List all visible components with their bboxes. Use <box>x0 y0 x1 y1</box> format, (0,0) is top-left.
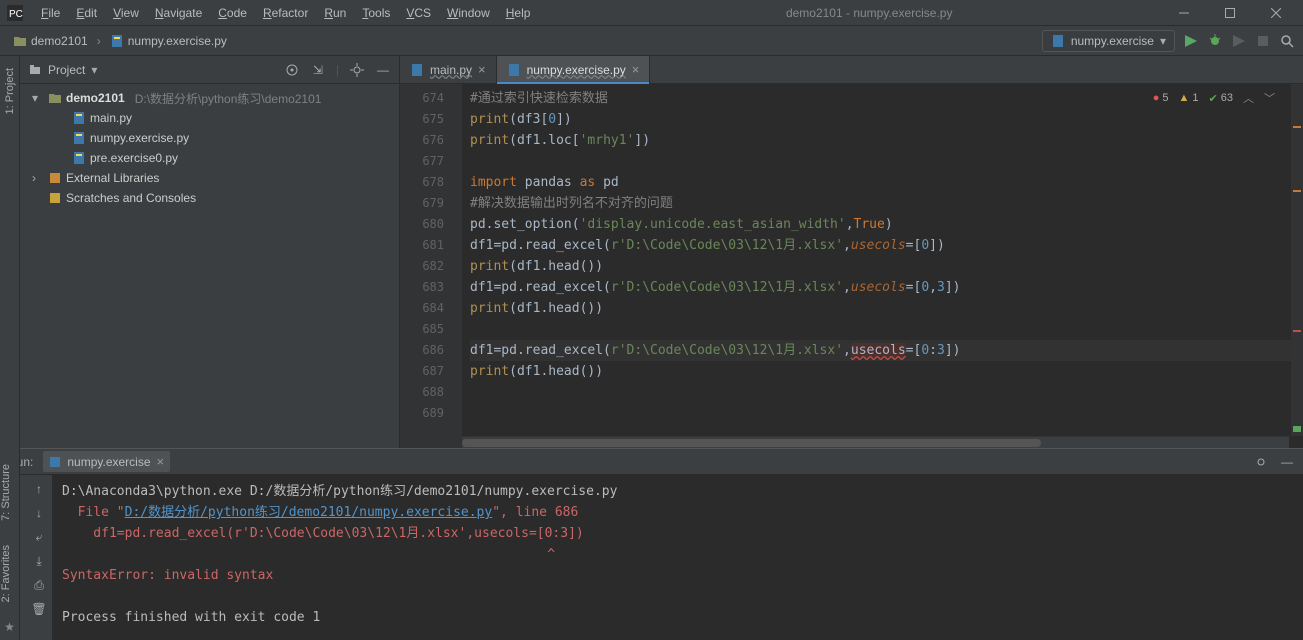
trash-icon[interactable]: 🗑 <box>31 601 47 617</box>
chevron-down-icon[interactable]: ﹀ <box>1264 90 1275 106</box>
chevron-down-icon: ▾ <box>32 91 44 105</box>
run-config-selector[interactable]: numpy.exercise ▾ <box>1042 30 1175 52</box>
menu-help[interactable]: Help <box>499 2 538 24</box>
chevron-down-icon: ▾ <box>91 63 97 77</box>
navigation-toolbar: demo2101 › numpy.exercise.py numpy.exerc… <box>0 26 1303 56</box>
vertical-scrollbar[interactable] <box>1291 84 1303 436</box>
warnings-count: 1 <box>1192 92 1198 104</box>
star-icon: ★ <box>0 620 19 634</box>
ok-icon: ✔ <box>1209 92 1218 105</box>
breadcrumb-root-label: demo2101 <box>31 34 88 48</box>
tree-file[interactable]: main.py <box>20 108 399 128</box>
close-button[interactable] <box>1253 0 1299 26</box>
maximize-button[interactable] <box>1207 0 1253 26</box>
breadcrumb-file[interactable]: numpy.exercise.py <box>105 31 232 51</box>
locate-icon[interactable] <box>284 62 300 78</box>
warning-icon: ▲ <box>1179 92 1190 104</box>
project-tree[interactable]: ▾ demo2101 D:\数据分析\python练习\demo2101 mai… <box>20 84 399 212</box>
project-tool-button[interactable]: 1: Project <box>4 62 16 120</box>
hide-run-icon[interactable]: — <box>1279 454 1295 470</box>
tree-root-path: D:\数据分析\python练习\demo2101 <box>135 90 322 107</box>
breadcrumb-file-label: numpy.exercise.py <box>128 34 227 48</box>
expand-all-icon[interactable]: ⇲ <box>310 62 326 78</box>
run-output[interactable]: D:\Anaconda3\python.exe D:/数据分析/python练习… <box>52 475 1303 640</box>
tree-root[interactable]: ▾ demo2101 D:\数据分析\python练习\demo2101 <box>20 88 399 108</box>
close-icon[interactable]: × <box>478 62 486 77</box>
minimize-button[interactable] <box>1161 0 1207 26</box>
divider: | <box>336 63 339 77</box>
error-icon: ● <box>1153 92 1160 104</box>
editor-tabs: main.py×numpy.exercise.py× <box>400 56 1303 84</box>
run-settings-icon[interactable] <box>1253 454 1269 470</box>
main-menu: FileEditViewNavigateCodeRefactorRunTools… <box>30 2 537 24</box>
tree-root-label: demo2101 <box>66 91 125 105</box>
code-area[interactable]: #通过索引快速检索数据 print(df3[0]) print(df1.loc[… <box>462 84 1303 448</box>
menu-window[interactable]: Window <box>440 2 497 24</box>
search-everywhere-button[interactable] <box>1279 33 1295 49</box>
run-tab-label: numpy.exercise <box>67 455 150 469</box>
menu-file[interactable]: File <box>34 2 67 24</box>
project-view-title[interactable]: Project <box>48 63 85 77</box>
ok-count: 63 <box>1221 92 1233 104</box>
errors-count: 5 <box>1162 92 1168 104</box>
menu-code[interactable]: Code <box>211 2 254 24</box>
inspections-widget[interactable]: ●5 ▲1 ✔63 ︿ ﹀ <box>1153 90 1275 106</box>
close-icon[interactable]: × <box>157 454 165 469</box>
favorites-tool-button[interactable]: 2: Favorites <box>0 539 19 608</box>
run-config-label: numpy.exercise <box>1071 34 1154 48</box>
hide-panel-icon[interactable]: — <box>375 62 391 78</box>
run-button[interactable] <box>1183 33 1199 49</box>
tab-main-py[interactable]: main.py× <box>400 56 497 83</box>
print-icon[interactable]: ⎙ <box>31 577 47 593</box>
svg-text:PC: PC <box>9 9 23 20</box>
run-coverage-button[interactable] <box>1231 33 1247 49</box>
tree-scratches-label: Scratches and Consoles <box>66 191 196 205</box>
tree-scratches[interactable]: Scratches and Consoles <box>20 188 399 208</box>
window-controls <box>1161 0 1303 26</box>
gutter: 674 675 676 677 678 679 680 681 682 683 … <box>400 84 462 448</box>
titlebar: PC FileEditViewNavigateCodeRefactorRunTo… <box>0 0 1303 26</box>
window-title: demo2101 - numpy.exercise.py <box>537 6 1161 20</box>
tree-ext-label: External Libraries <box>66 171 159 185</box>
scroll-to-end-icon[interactable]: ⤓ <box>31 553 47 569</box>
breadcrumb-sep: › <box>97 34 101 48</box>
soft-wrap-icon[interactable]: ⤶ <box>31 529 47 545</box>
debug-button[interactable] <box>1207 33 1223 49</box>
project-panel: Project ▾ ⇲ | — ▾ demo2101 D:\数据分析\pytho… <box>20 56 400 448</box>
menu-navigate[interactable]: Navigate <box>148 2 209 24</box>
horizontal-scrollbar[interactable] <box>462 436 1289 448</box>
tree-external-libs[interactable]: › External Libraries <box>20 168 399 188</box>
breadcrumb-root[interactable]: demo2101 <box>8 31 93 51</box>
left-tool-rail: 1: Project <box>0 56 20 448</box>
close-icon[interactable]: × <box>632 62 640 77</box>
menu-tools[interactable]: Tools <box>355 2 397 24</box>
editor-body[interactable]: 674 675 676 677 678 679 680 681 682 683 … <box>400 84 1303 448</box>
left-side-rail-bottom: 7: Structure 2: Favorites ★ <box>0 448 20 640</box>
run-tab[interactable]: numpy.exercise × <box>43 451 170 472</box>
menu-view[interactable]: View <box>106 2 146 24</box>
chevron-up-icon[interactable]: ︿ <box>1243 90 1254 106</box>
run-panel: Run: numpy.exercise × — ≣ ⊼ ↑ ↓ ⤶ ⤓ ⎙ <box>0 448 1303 640</box>
scroll-up-icon[interactable]: ↑ <box>31 481 47 497</box>
menu-edit[interactable]: Edit <box>69 2 104 24</box>
menu-refactor[interactable]: Refactor <box>256 2 315 24</box>
tree-file[interactable]: pre.exercise0.py <box>20 148 399 168</box>
chevron-down-icon: ▾ <box>1160 34 1166 48</box>
settings-icon[interactable] <box>349 62 365 78</box>
menu-run[interactable]: Run <box>317 2 353 24</box>
tree-file[interactable]: numpy.exercise.py <box>20 128 399 148</box>
stop-button[interactable] <box>1255 33 1271 49</box>
structure-tool-button[interactable]: 7: Structure <box>0 458 19 527</box>
editor-area: main.py×numpy.exercise.py× 674 675 676 6… <box>400 56 1303 448</box>
tab-numpy-exercise-py[interactable]: numpy.exercise.py× <box>497 56 651 83</box>
scroll-down-icon[interactable]: ↓ <box>31 505 47 521</box>
breadcrumb: demo2101 › numpy.exercise.py <box>8 31 1042 51</box>
chevron-right-icon: › <box>32 171 44 185</box>
app-logo: PC <box>4 2 26 24</box>
menu-vcs[interactable]: VCS <box>399 2 438 24</box>
